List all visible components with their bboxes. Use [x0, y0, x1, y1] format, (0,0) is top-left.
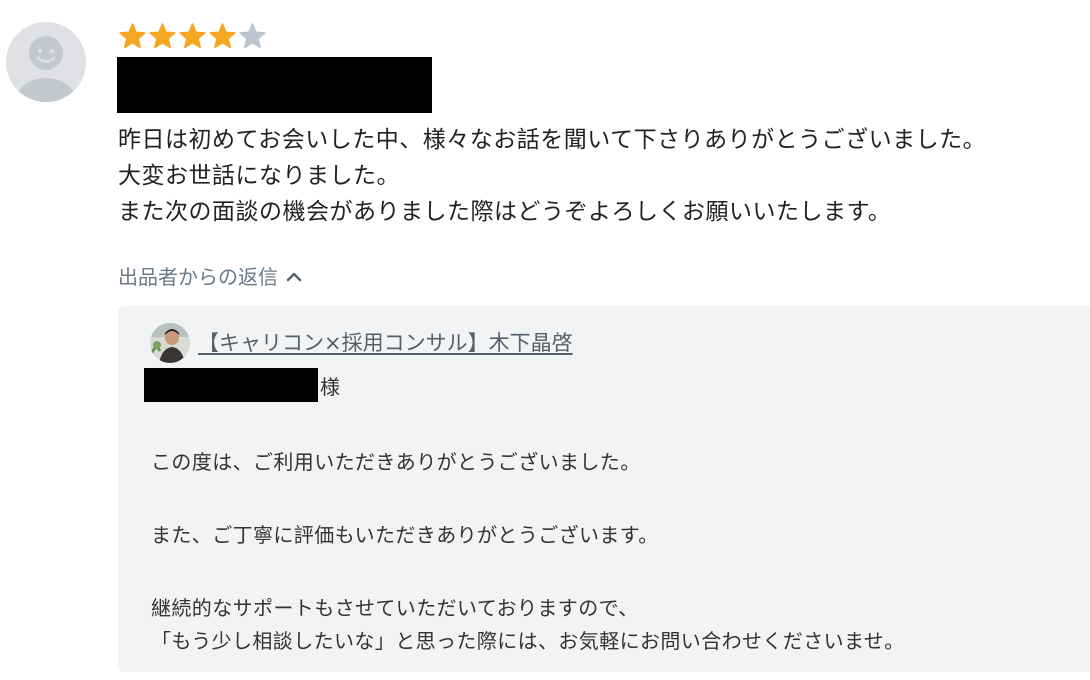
chevron-up-icon	[286, 272, 302, 282]
star-filled-icon	[118, 22, 147, 52]
reply-paragraph: 「もう少し相談したいな」と思った際には、お気軽にお問い合わせくださいませ。	[151, 629, 905, 653]
redacted-recipient-name	[144, 368, 318, 402]
redacted-reviewer-name	[117, 57, 432, 113]
review-card: 昨日は初めてお会いした中、様々なお話を聞いて下さりありがとうございました。 大変お…	[0, 0, 1090, 680]
star-filled-icon	[178, 22, 207, 52]
seller-reply-box: 【キャリコン×採用コンサル】木下晶啓 様 この度は、ご利用いただきありがとうござ…	[118, 306, 1090, 672]
reviewer-avatar	[6, 22, 86, 102]
rating-stars	[118, 22, 267, 52]
seller-header: 【キャリコン×採用コンサル】木下晶啓	[150, 323, 573, 363]
reply-paragraph: また、ご丁寧に評価もいただきありがとうございます。	[151, 523, 659, 547]
seller-avatar[interactable]	[150, 323, 190, 363]
star-filled-icon	[208, 22, 237, 52]
star-filled-icon	[148, 22, 177, 52]
review-line: 大変お世話になりました。	[118, 163, 400, 189]
review-line: また次の面談の機会がありました際はどうぞよろしくお願いいたします。	[118, 199, 892, 225]
seller-reply-toggle[interactable]: 出品者からの返信	[118, 262, 302, 292]
seller-photo-icon	[150, 323, 190, 363]
reply-paragraph: 継続的なサポートもさせていただいておりますので、	[151, 596, 639, 620]
seller-reply-text: この度は、ご利用いただきありがとうございました。 また、ご丁寧に評価もいただきあ…	[151, 446, 905, 658]
seller-name-link[interactable]: 【キャリコン×採用コンサル】木下晶啓	[198, 326, 573, 360]
review-text: 昨日は初めてお会いした中、様々なお話を聞いて下さりありがとうございました。 大変お…	[118, 122, 1083, 230]
review-line: 昨日は初めてお会いした中、様々なお話を聞いて下さりありがとうございました。	[118, 127, 987, 153]
default-user-avatar-icon	[6, 22, 86, 102]
seller-reply-toggle-label: 出品者からの返信	[118, 265, 278, 289]
star-empty-icon	[238, 22, 267, 52]
reply-paragraph: この度は、ご利用いただきありがとうございました。	[151, 450, 641, 474]
recipient-honorific: 様	[320, 375, 340, 399]
